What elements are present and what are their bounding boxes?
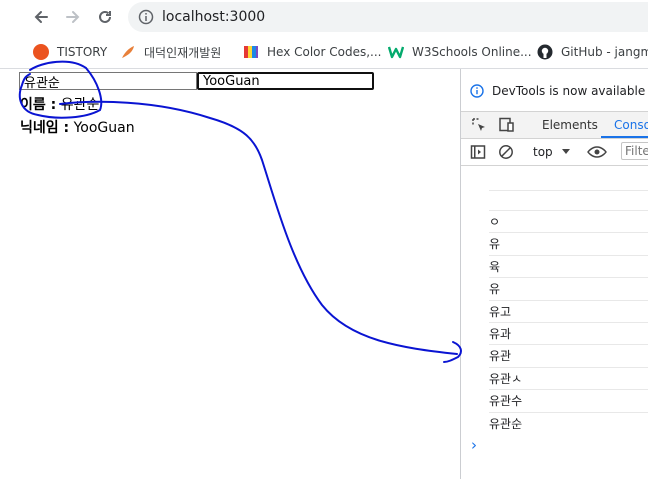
bookmark-w3schools[interactable]: W3Schools Online... <box>388 43 532 61</box>
name-input[interactable] <box>19 72 197 90</box>
console-log-line: 유관수 <box>489 389 648 412</box>
console-log-line: 유관순 <box>489 411 648 435</box>
page-viewport: 이름 : 유관순 닉네임 : YooGuan <box>0 69 460 479</box>
back-button[interactable] <box>28 4 54 30</box>
bookmark-label: 대덕인재개발원 <box>144 45 222 60</box>
bookmark-daedeok[interactable]: 대덕인재개발원 <box>120 43 221 61</box>
bookmark-label: GitHub - jangmi <box>561 45 648 59</box>
color-book-icon <box>244 46 258 58</box>
tistory-icon <box>33 44 49 60</box>
feather-icon <box>122 46 134 58</box>
console-log-line: 유 <box>489 232 648 255</box>
eye-icon[interactable] <box>587 144 607 160</box>
context-selector-label: top <box>533 145 553 159</box>
tab-console[interactable]: Consol <box>614 118 648 132</box>
devtools-tabbar: Elements Consol <box>461 112 648 139</box>
bookmark-tistory[interactable]: TISTORY <box>33 43 107 61</box>
address-url[interactable]: localhost:3000 <box>162 9 265 25</box>
nickname-value: YooGuan <box>73 120 135 136</box>
forward-arrow-icon <box>66 11 80 23</box>
bookmark-label: TISTORY <box>57 45 108 59</box>
console-filter-input[interactable] <box>621 142 648 160</box>
devtools-notice: DevTools is now available in K <box>461 69 648 112</box>
console-log-line: 유관 <box>489 344 648 367</box>
dropdown-triangle-icon <box>561 149 570 154</box>
bookmark-label: W3Schools Online... <box>412 45 532 59</box>
name-label: 이름 : <box>20 97 57 113</box>
console-prompt[interactable]: › <box>471 436 477 454</box>
forward-button[interactable] <box>60 4 86 30</box>
site-info-icon[interactable] <box>138 9 154 25</box>
console-divider <box>489 190 648 191</box>
w3schools-icon <box>388 46 404 59</box>
context-selector[interactable]: top <box>533 144 571 160</box>
reload-icon <box>99 10 111 23</box>
console-log-line: 유 <box>489 277 648 300</box>
console-log-line: 유관ㅅ <box>489 366 648 390</box>
name-output: 이름 : 유관순 <box>20 94 99 114</box>
clear-console-icon[interactable] <box>498 144 514 160</box>
devtools-notice-text: DevTools is now available in K <box>492 84 648 98</box>
bookmark-hex-color[interactable]: Hex Color Codes,... <box>243 43 382 61</box>
sidebar-toggle-icon[interactable] <box>470 144 486 160</box>
console-log-line: 육 <box>489 254 648 278</box>
device-toggle-icon[interactable] <box>497 117 515 133</box>
nickname-output: 닉네임 : YooGuan <box>20 117 135 137</box>
bookmarks-bar: TISTORY 대덕인재개발원 Hex Color Codes,... W3Sc… <box>0 34 648 69</box>
console-toolbar: top <box>461 139 648 166</box>
console-log-line: 유고 <box>489 299 648 323</box>
bookmark-label: Hex Color Codes,... <box>267 45 382 59</box>
nickname-input[interactable] <box>197 72 374 90</box>
active-tab-indicator <box>601 136 648 138</box>
nickname-label: 닉네임 : <box>20 120 70 136</box>
github-icon <box>537 44 553 60</box>
info-icon <box>470 84 484 98</box>
console-output: ㅇ 유 육 유 유고 유과 유관 유관ㅅ 유관수 유관순 › <box>461 166 648 479</box>
inspect-element-icon[interactable] <box>471 117 487 133</box>
tab-elements[interactable]: Elements <box>542 118 598 132</box>
back-arrow-icon <box>34 11 48 23</box>
devtools-panel: DevTools is now available in K Elements … <box>460 69 648 479</box>
browser-navbar: localhost:3000 <box>0 0 648 34</box>
name-value: 유관순 <box>60 97 100 113</box>
address-bar[interactable]: localhost:3000 <box>128 2 648 32</box>
reload-button[interactable] <box>92 4 118 30</box>
console-log-line: 유과 <box>489 322 648 345</box>
bookmark-github[interactable]: GitHub - jangmi <box>537 43 648 61</box>
console-log-line: ㅇ <box>489 210 648 233</box>
